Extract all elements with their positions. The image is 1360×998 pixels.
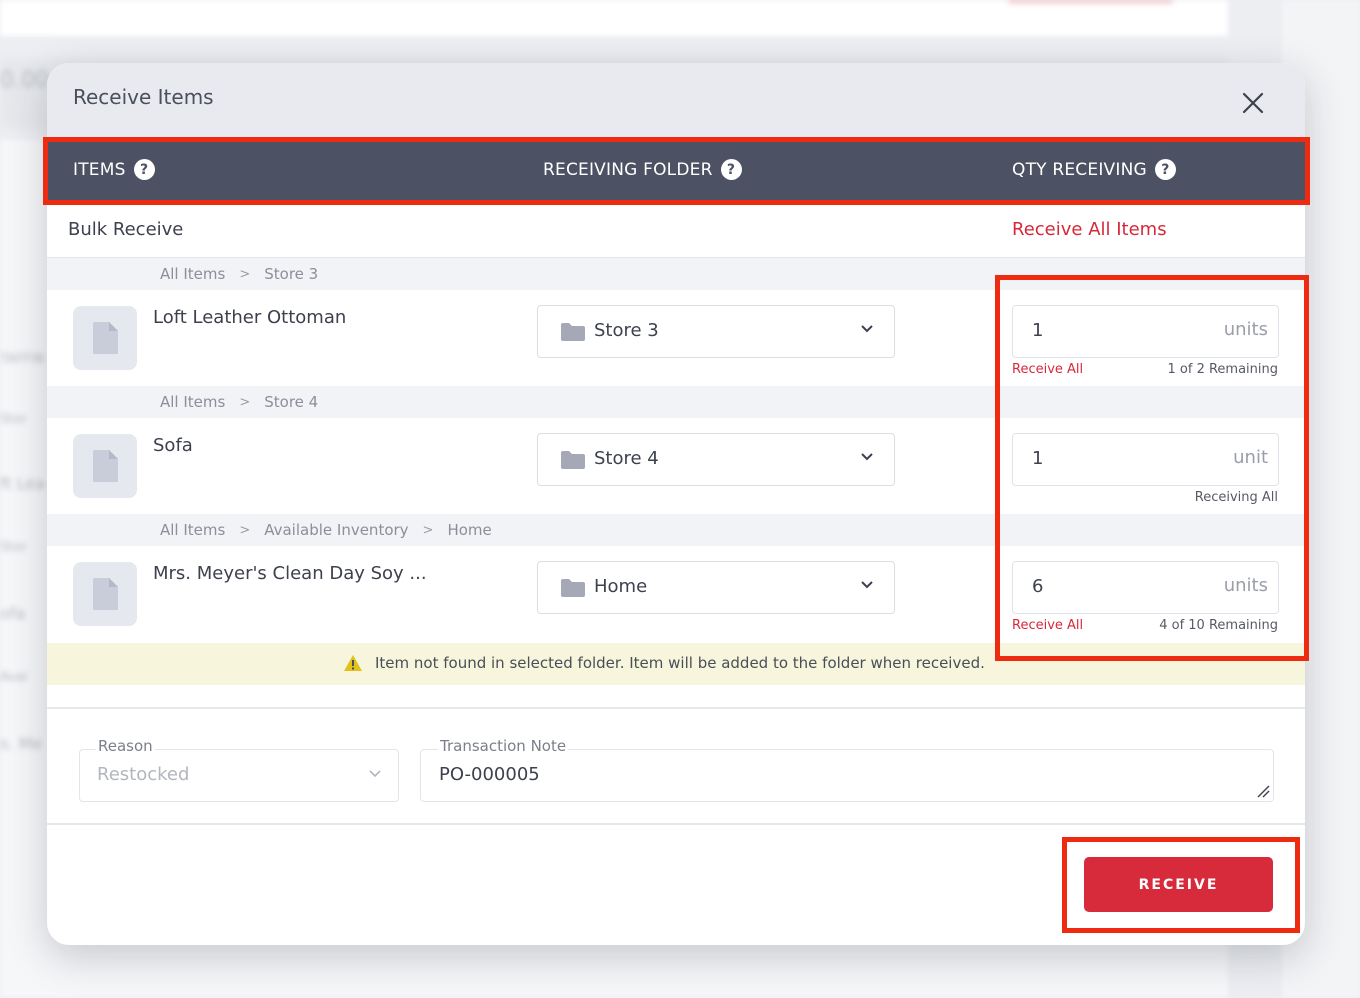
breadcrumb-item[interactable]: Available Inventory (264, 521, 408, 539)
transaction-note-value: PO-000005 (439, 764, 540, 785)
folder-icon (561, 579, 585, 597)
receive-all-items-link[interactable]: Receive All Items (1012, 219, 1167, 240)
breadcrumb-item[interactable]: Store 4 (264, 393, 318, 411)
breadcrumb-separator: > (239, 394, 251, 410)
receiving-folder-select[interactable]: Store 4 (537, 433, 895, 486)
breadcrumb-item[interactable]: Store 3 (264, 265, 318, 283)
breadcrumb-separator: > (422, 522, 434, 538)
modal-header: Receive Items (47, 63, 1305, 139)
close-icon (1242, 92, 1264, 114)
background-text: ofa (0, 604, 26, 623)
breadcrumb-separator: > (239, 266, 251, 282)
reason-select[interactable]: Restocked (79, 749, 399, 802)
receiving-folder-select[interactable]: Store 3 (537, 305, 895, 358)
annotation-box (995, 275, 1309, 661)
bulk-receive-row: Bulk Receive Receive All Items (47, 203, 1305, 258)
breadcrumb-item[interactable]: All Items (160, 393, 225, 411)
folder-icon (561, 451, 585, 469)
folder-select-value: Store 4 (594, 448, 659, 469)
item-thumbnail (73, 562, 137, 626)
reason-label: Reason (96, 737, 155, 755)
divider (47, 823, 1305, 825)
folder-icon (561, 323, 585, 341)
breadcrumb-item[interactable]: Home (447, 521, 491, 539)
receiving-folder-select[interactable]: Home (537, 561, 895, 614)
reason-select-value: Restocked (97, 764, 190, 785)
background-text: Stor (0, 412, 27, 427)
folder-select-value: Store 3 (594, 320, 659, 341)
resize-handle-icon[interactable] (1256, 784, 1270, 798)
close-button[interactable] (1239, 89, 1267, 117)
bulk-receive-label: Bulk Receive (68, 219, 184, 240)
chevron-down-icon (861, 453, 873, 461)
chevron-down-icon (369, 770, 381, 778)
file-icon (93, 322, 118, 354)
chevron-down-icon (861, 581, 873, 589)
item-thumbnail (73, 306, 137, 370)
divider (47, 707, 1305, 709)
warning-icon (344, 655, 362, 671)
annotation-box (1062, 837, 1300, 933)
transaction-note-field[interactable]: PO-000005 (420, 749, 1274, 802)
item-name: Loft Leather Ottoman (153, 307, 347, 328)
item-thumbnail (73, 434, 137, 498)
background-text: Stor (0, 540, 27, 555)
file-icon (93, 450, 118, 482)
background-text: s. Me (0, 734, 43, 753)
file-icon (93, 578, 118, 610)
background-top-bar (0, 0, 1228, 36)
item-name: Mrs. Meyer's Clean Day Soy ... (153, 563, 427, 584)
transaction-note-label: Transaction Note (438, 737, 569, 755)
folder-select-value: Home (594, 576, 648, 597)
modal-title: Receive Items (73, 85, 214, 109)
background-text: TAFFIN (0, 352, 45, 367)
background-text: Avai (0, 670, 28, 685)
item-name: Sofa (153, 435, 193, 456)
breadcrumb-item[interactable]: All Items (160, 265, 225, 283)
breadcrumb-item[interactable]: All Items (160, 521, 225, 539)
chevron-down-icon (861, 325, 873, 333)
background-text: ft Lea (0, 474, 45, 493)
breadcrumb-separator: > (239, 522, 251, 538)
background-button (1008, 0, 1173, 3)
annotation-box (43, 137, 1310, 205)
warning-text: Item not found in selected folder. Item … (375, 654, 985, 672)
